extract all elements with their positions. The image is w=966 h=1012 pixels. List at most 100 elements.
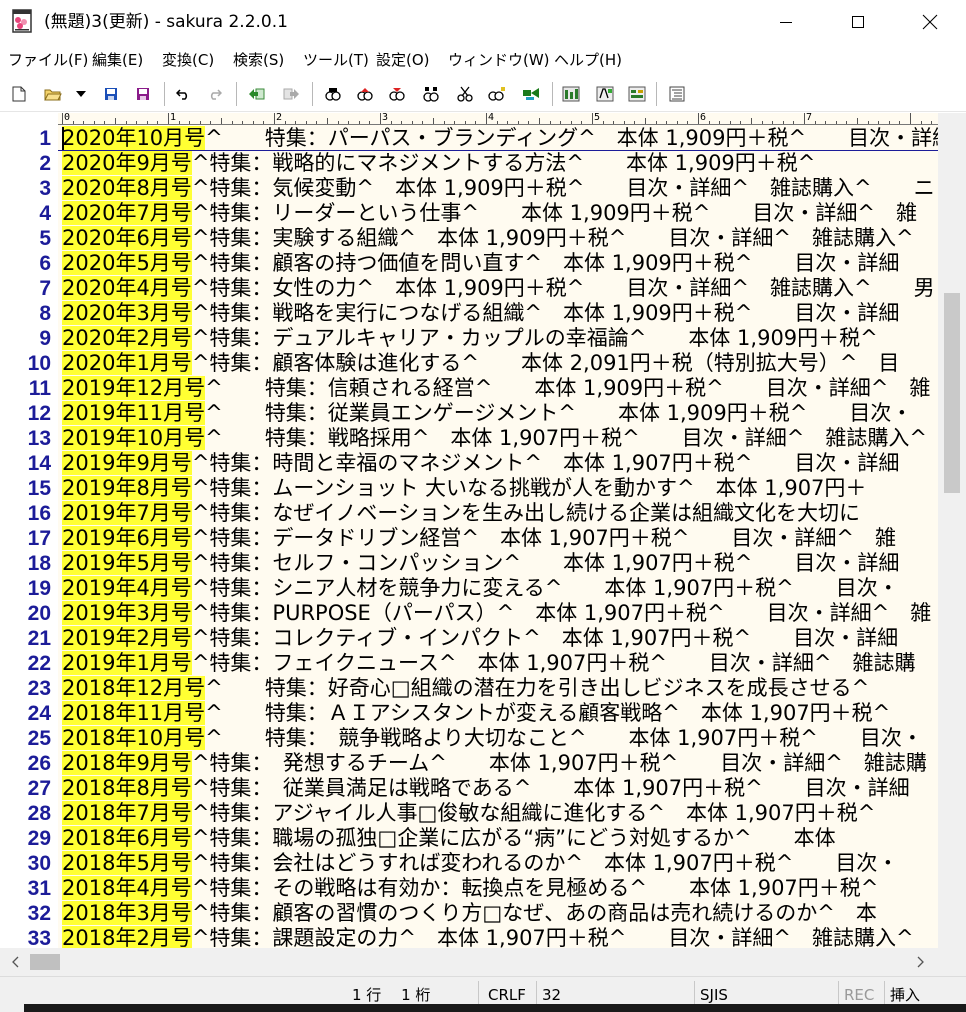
text-line[interactable]: 19 2019年4月号^特集：シニア人材を競争力に変える^ 本体 1,907円＋税… (0, 576, 938, 601)
line-text[interactable]: 2019年1月号^特集：フェイクニュース^ 本体 1,907円＋税^ 目次・詳細… (62, 651, 916, 676)
line-number[interactable]: 33 (0, 926, 51, 948)
line-text[interactable]: 2019年4月号^特集：シニア人材を競争力に変える^ 本体 1,907円＋税^ … (62, 576, 899, 601)
line-text[interactable]: 2019年7月号^特集：なぜイノベーションを生み出し続ける企業は組織文化を大切に (62, 501, 860, 526)
horizontal-scrollbar[interactable] (0, 948, 938, 976)
text-line[interactable]: 33 2018年2月号^特集：課題設定の力^ 本体 1,907円＋税^ 目次・詳細… (0, 926, 938, 948)
text-line[interactable]: 13 2019年10月号^ 特集：戦略採用^ 本体 1,907円＋税^ 目次・詳細… (0, 426, 938, 451)
text-line[interactable]: 29 2018年6月号^特集：職場の孤独□企業に広がる“病”にどう対処するか^ 本… (0, 826, 938, 851)
search-prev-icon[interactable] (354, 84, 376, 104)
line-text[interactable]: 2020年2月号^特集：デュアルキャリア・カップルの幸福論^ 本体 1,909円… (62, 326, 878, 351)
line-text[interactable]: 2019年2月号^特集：コレクティブ・インパクト^ 本体 1,907円＋税^ 目… (62, 626, 898, 651)
line-text[interactable]: 2019年10月号^ 特集：戦略採用^ 本体 1,907円＋税^ 目次・詳細^ … (62, 426, 927, 451)
text-line[interactable]: 25 2018年10月号^ 特集： 競争戦略より大切なこと^ 本体 1,907円＋… (0, 726, 938, 751)
text-line[interactable]: 16 2019年7月号^特集：なぜイノベーションを生み出し続ける企業は組織文化を大… (0, 501, 938, 526)
vertical-scroll-thumb[interactable] (944, 293, 960, 493)
line-number[interactable]: 29 (0, 826, 51, 851)
redo-icon[interactable] (204, 84, 226, 104)
text-line[interactable]: 20 2019年3月号^特集：PURPOSE（パーパス）^ 本体 1,907円＋税… (0, 601, 938, 626)
text-line[interactable]: 5 2020年6月号^特集：実験する組織^ 本体 1,909円＋税^ 目次・詳細^… (0, 226, 938, 251)
text-line[interactable]: 17 2019年6月号^特集：データドリブン経営^ 本体 1,907円＋税^ 目次… (0, 526, 938, 551)
save-icon[interactable] (100, 84, 122, 104)
line-number[interactable]: 7 (0, 276, 51, 301)
line-text[interactable]: 2020年9月号^特集：戦略的にマネジメントする方法^ 本体 1,909円＋税^ (62, 151, 815, 176)
line-text[interactable]: 2018年5月号^特集：会社はどうすれば変われるのか^ 本体 1,907円＋税^… (62, 851, 898, 876)
menu-file[interactable]: ファイル(F) (8, 50, 88, 70)
line-number[interactable]: 13 (0, 426, 51, 451)
line-number[interactable]: 31 (0, 876, 51, 901)
line-ending[interactable]: CRLF (488, 985, 526, 1005)
text-line[interactable]: 11 2019年12月号^ 特集：信頼される経営^ 本体 1,909円＋税^ 目次… (0, 376, 938, 401)
menu-settings[interactable]: 設定(O) (376, 50, 430, 70)
line-text[interactable]: 2018年6月号^特集：職場の孤独□企業に広がる“病”にどう対処するか^ 本体 (62, 826, 836, 851)
line-text[interactable]: 2018年8月号^特集： 従業員満足は戦略である^ 本体 1,907円＋税^ 目… (62, 776, 910, 801)
line-text[interactable]: 2018年10月号^ 特集： 競争戦略より大切なこと^ 本体 1,907円＋税^… (62, 726, 923, 751)
line-text[interactable]: 2018年4月号^特集：その戦略は有効か：転換点を見極める^ 本体 1,907円… (62, 876, 878, 901)
line-number[interactable]: 21 (0, 626, 51, 651)
font-settings-icon[interactable] (594, 84, 616, 104)
undo-icon[interactable] (172, 84, 194, 104)
line-number[interactable]: 14 (0, 451, 51, 476)
line-text[interactable]: 2018年12月号^ 特集：好奇心□組織の潜在力を引き出しビジネスを成長させる^ (62, 676, 869, 701)
menu-help[interactable]: ヘルプ(H) (554, 50, 622, 70)
line-number[interactable]: 4 (0, 201, 51, 226)
line-text[interactable]: 2019年3月号^特集：PURPOSE（パーパス）^ 本体 1,907円＋税^ … (62, 601, 931, 626)
back-jump-icon[interactable] (246, 84, 268, 104)
horizontal-scroll-thumb[interactable] (30, 954, 60, 970)
open-folder-icon[interactable] (42, 84, 64, 104)
text-line[interactable]: 4 2020年7月号^特集：リーダーという仕事^ 本体 1,909円＋税^ 目次・… (0, 201, 938, 226)
encoding[interactable]: SJIS (700, 985, 728, 1005)
line-number[interactable]: 15 (0, 476, 51, 501)
text-line[interactable]: 10 2020年1月号^特集：顧客体験は進化する^ 本体 2,091円＋税（特別拡… (0, 351, 938, 376)
text-line[interactable]: 27 2018年8月号^特集： 従業員満足は戦略である^ 本体 1,907円＋税^… (0, 776, 938, 801)
text-line[interactable]: 22 2019年1月号^特集：フェイクニュース^ 本体 1,907円＋税^ 目次・… (0, 651, 938, 676)
sakura-app-icon[interactable] (12, 9, 34, 33)
text-line[interactable]: 23 2018年12月号^ 特集：好奇心□組織の潜在力を引き出しビジネスを成長させ… (0, 676, 938, 701)
line-number[interactable]: 22 (0, 651, 51, 676)
line-number[interactable]: 24 (0, 701, 51, 726)
text-line[interactable]: 31 2018年4月号^特集：その戦略は有効か：転換点を見極める^ 本体 1,90… (0, 876, 938, 901)
settings-icon[interactable] (560, 84, 582, 104)
line-text[interactable]: 2020年8月号^特集：気候変動^ 本体 1,909円＋税^ 目次・詳細^ 雑誌… (62, 176, 935, 201)
line-number[interactable]: 11 (0, 376, 51, 401)
text-line[interactable]: 7 2020年4月号^特集：女性の力^ 本体 1,909円＋税^ 目次・詳細^ 雑… (0, 276, 938, 301)
text-line[interactable]: 8 2020年3月号^特集：戦略を実行につなげる組織^ 本体 1,909円＋税^ … (0, 301, 938, 326)
line-text[interactable]: 2019年9月号^特集：時間と幸福のマネジメント^ 本体 1,907円＋税^ 目… (62, 451, 899, 476)
maximize-button[interactable] (822, 0, 894, 44)
close-button[interactable] (894, 0, 966, 44)
text-line[interactable]: 21 2019年2月号^特集：コレクティブ・インパクト^ 本体 1,907円＋税^… (0, 626, 938, 651)
line-text[interactable]: 2020年3月号^特集：戦略を実行につなげる組織^ 本体 1,909円＋税^ 目… (62, 301, 899, 326)
line-text[interactable]: 2020年6月号^特集：実験する組織^ 本体 1,909円＋税^ 目次・詳細^ … (62, 226, 914, 251)
cut-icon[interactable] (454, 84, 476, 104)
line-number[interactable]: 20 (0, 601, 51, 626)
forward-jump-icon[interactable] (280, 84, 302, 104)
line-number[interactable]: 17 (0, 526, 51, 551)
new-file-icon[interactable] (8, 84, 30, 104)
menu-tools[interactable]: ツール(T) (303, 50, 369, 70)
menu-edit[interactable]: 編集(E) (92, 50, 143, 70)
line-number[interactable]: 18 (0, 551, 51, 576)
scroll-right-arrow-icon[interactable] (910, 952, 932, 972)
menu-search[interactable]: 検索(S) (233, 50, 284, 70)
vertical-scrollbar[interactable] (938, 113, 966, 948)
line-number[interactable]: 2 (0, 151, 51, 176)
line-text[interactable]: 2020年1月号^特集：顧客体験は進化する^ 本体 2,091円＋税（特別拡大号… (62, 351, 899, 376)
menu-window[interactable]: ウィンドウ(W) (448, 50, 550, 70)
text-line[interactable]: 9 2020年2月号^特集：デュアルキャリア・カップルの幸福論^ 本体 1,909… (0, 326, 938, 351)
title-bar[interactable]: (無題)3(更新) - sakura 2.2.0.1 (0, 0, 966, 44)
line-number[interactable]: 9 (0, 326, 51, 351)
insert-mode[interactable]: 挿入 (890, 985, 920, 1005)
line-text[interactable]: 2019年8月号^特集：ムーンショット 大いなる挑戦が人を動かす^ 本体 1,9… (62, 476, 866, 501)
text-line[interactable]: 3 2020年8月号^特集：気候変動^ 本体 1,909円＋税^ 目次・詳細^ 雑… (0, 176, 938, 201)
type-settings-icon[interactable] (626, 84, 648, 104)
line-number[interactable]: 6 (0, 251, 51, 276)
text-line[interactable]: 32 2018年3月号^特集：顧客の習慣のつくり方□なぜ、あの商品は売れ続けるのか… (0, 901, 938, 926)
minimize-button[interactable] (750, 0, 822, 44)
dropdown-arrow-icon[interactable] (70, 84, 92, 104)
text-line[interactable]: 24 2018年11月号^ 特集：ＡＩアシスタントが変える顧客戦略^ 本体 1,9… (0, 701, 938, 726)
line-text[interactable]: 2019年5月号^特集：セルフ・コンパッション^ 本体 1,907円＋税^ 目次… (62, 551, 899, 576)
grep-icon[interactable] (486, 84, 508, 104)
text-line[interactable]: 30 2018年5月号^特集：会社はどうすれば変われるのか^ 本体 1,907円＋… (0, 851, 938, 876)
line-text[interactable]: 2018年9月号^特集： 発想するチーム^ 本体 1,907円＋税^ 目次・詳細… (62, 751, 927, 776)
line-number[interactable]: 25 (0, 726, 51, 751)
line-text[interactable]: 2018年3月号^特集：顧客の習慣のつくり方□なぜ、あの商品は売れ続けるのか^ … (62, 901, 877, 926)
